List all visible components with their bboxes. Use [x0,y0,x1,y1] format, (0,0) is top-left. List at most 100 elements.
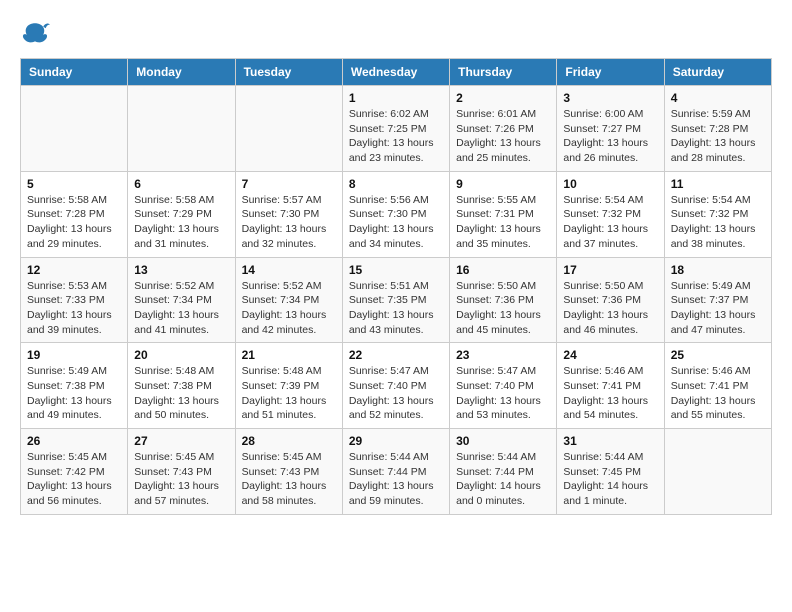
day-number: 31 [563,434,657,448]
day-number: 10 [563,177,657,191]
day-number: 3 [563,91,657,105]
day-info: Sunrise: 6:00 AMSunset: 7:27 PMDaylight:… [563,107,657,166]
calendar-cell: 4 Sunrise: 5:59 AMSunset: 7:28 PMDaylight… [664,86,771,172]
calendar-cell: 13Sunrise: 5:52 AMSunset: 7:34 PMDayligh… [128,257,235,343]
day-info: Sunrise: 6:01 AMSunset: 7:26 PMDaylight:… [456,107,550,166]
calendar-cell: 31 Sunrise: 5:44 AMSunset: 7:45 PMDayligh… [557,429,664,515]
day-info: Sunrise: 5:44 AMSunset: 7:44 PMDaylight:… [349,450,443,509]
day-info: Sunrise: 5:45 AMSunset: 7:43 PMDaylight:… [242,450,336,509]
calendar-cell: 7 Sunrise: 5:57 AMSunset: 7:30 PMDaylight… [235,171,342,257]
page-header [20,20,772,48]
calendar-week-row: 26 Sunrise: 5:45 AMSunset: 7:42 PMDayligh… [21,429,772,515]
day-info: Sunrise: 5:55 AMSunset: 7:31 PMDaylight:… [456,193,550,252]
calendar-cell [664,429,771,515]
calendar-cell: 28 Sunrise: 5:45 AMSunset: 7:43 PMDayligh… [235,429,342,515]
calendar-cell: 27 Sunrise: 5:45 AMSunset: 7:43 PMDayligh… [128,429,235,515]
calendar-cell: 23 Sunrise: 5:47 AMSunset: 7:40 PMDayligh… [450,343,557,429]
calendar-cell: 24 Sunrise: 5:46 AMSunset: 7:41 PMDayligh… [557,343,664,429]
day-number: 26 [27,434,121,448]
day-number: 1 [349,91,443,105]
day-number: 20 [134,348,228,362]
day-number: 5 [27,177,121,191]
calendar-cell [21,86,128,172]
calendar-cell: 12 Sunrise: 5:53 AMSunset: 7:33 PMDayligh… [21,257,128,343]
day-number: 27 [134,434,228,448]
weekday-header-tuesday: Tuesday [235,59,342,86]
day-number: 23 [456,348,550,362]
day-info: Sunrise: 5:48 AMSunset: 7:38 PMDaylight:… [134,364,228,423]
day-number: 25 [671,348,765,362]
day-number: 19 [27,348,121,362]
weekday-header-monday: Monday [128,59,235,86]
weekday-header-saturday: Saturday [664,59,771,86]
day-info: Sunrise: 5:52 AMSunset: 7:34 PMDaylight:… [242,279,336,338]
day-number: 15 [349,263,443,277]
day-number: 2 [456,91,550,105]
calendar-cell: 5 Sunrise: 5:58 AMSunset: 7:28 PMDaylight… [21,171,128,257]
calendar-cell: 14Sunrise: 5:52 AMSunset: 7:34 PMDayligh… [235,257,342,343]
calendar-header-row: SundayMondayTuesdayWednesdayThursdayFrid… [21,59,772,86]
calendar-cell: 8 Sunrise: 5:56 AMSunset: 7:30 PMDaylight… [342,171,449,257]
day-info: Sunrise: 5:44 AMSunset: 7:45 PMDaylight:… [563,450,657,509]
logo-icon [20,20,50,48]
day-number: 8 [349,177,443,191]
day-number: 4 [671,91,765,105]
calendar-cell: 11Sunrise: 5:54 AMSunset: 7:32 PMDayligh… [664,171,771,257]
day-info: Sunrise: 5:47 AMSunset: 7:40 PMDaylight:… [349,364,443,423]
calendar-cell: 3 Sunrise: 6:00 AMSunset: 7:27 PMDaylight… [557,86,664,172]
day-info: Sunrise: 6:02 AMSunset: 7:25 PMDaylight:… [349,107,443,166]
calendar-cell: 20 Sunrise: 5:48 AMSunset: 7:38 PMDayligh… [128,343,235,429]
day-info: Sunrise: 5:48 AMSunset: 7:39 PMDaylight:… [242,364,336,423]
weekday-header-wednesday: Wednesday [342,59,449,86]
day-number: 18 [671,263,765,277]
calendar-cell: 2 Sunrise: 6:01 AMSunset: 7:26 PMDaylight… [450,86,557,172]
day-info: Sunrise: 5:56 AMSunset: 7:30 PMDaylight:… [349,193,443,252]
calendar-week-row: 12 Sunrise: 5:53 AMSunset: 7:33 PMDayligh… [21,257,772,343]
day-info: Sunrise: 5:49 AMSunset: 7:38 PMDaylight:… [27,364,121,423]
day-number: 21 [242,348,336,362]
day-number: 17 [563,263,657,277]
day-info: Sunrise: 5:59 AMSunset: 7:28 PMDaylight:… [671,107,765,166]
weekday-header-friday: Friday [557,59,664,86]
day-number: 6 [134,177,228,191]
day-info: Sunrise: 5:51 AMSunset: 7:35 PMDaylight:… [349,279,443,338]
day-info: Sunrise: 5:46 AMSunset: 7:41 PMDaylight:… [671,364,765,423]
calendar-cell: 19 Sunrise: 5:49 AMSunset: 7:38 PMDayligh… [21,343,128,429]
logo [20,20,54,48]
calendar-cell: 15 Sunrise: 5:51 AMSunset: 7:35 PMDayligh… [342,257,449,343]
day-info: Sunrise: 5:53 AMSunset: 7:33 PMDaylight:… [27,279,121,338]
calendar-cell: 29Sunrise: 5:44 AMSunset: 7:44 PMDayligh… [342,429,449,515]
day-info: Sunrise: 5:58 AMSunset: 7:28 PMDaylight:… [27,193,121,252]
day-number: 12 [27,263,121,277]
day-info: Sunrise: 5:57 AMSunset: 7:30 PMDaylight:… [242,193,336,252]
day-number: 28 [242,434,336,448]
day-info: Sunrise: 5:46 AMSunset: 7:41 PMDaylight:… [563,364,657,423]
calendar-cell: 17 Sunrise: 5:50 AMSunset: 7:36 PMDayligh… [557,257,664,343]
day-number: 16 [456,263,550,277]
calendar-cell [235,86,342,172]
day-info: Sunrise: 5:45 AMSunset: 7:43 PMDaylight:… [134,450,228,509]
calendar-cell: 6Sunrise: 5:58 AMSunset: 7:29 PMDaylight… [128,171,235,257]
day-number: 24 [563,348,657,362]
calendar-cell: 21 Sunrise: 5:48 AMSunset: 7:39 PMDayligh… [235,343,342,429]
calendar-cell: 18Sunrise: 5:49 AMSunset: 7:37 PMDayligh… [664,257,771,343]
calendar-week-row: 19 Sunrise: 5:49 AMSunset: 7:38 PMDayligh… [21,343,772,429]
day-number: 11 [671,177,765,191]
day-info: Sunrise: 5:47 AMSunset: 7:40 PMDaylight:… [456,364,550,423]
calendar-week-row: 1 Sunrise: 6:02 AMSunset: 7:25 PMDaylight… [21,86,772,172]
day-info: Sunrise: 5:44 AMSunset: 7:44 PMDaylight:… [456,450,550,509]
calendar-cell: 10 Sunrise: 5:54 AMSunset: 7:32 PMDayligh… [557,171,664,257]
calendar-cell: 16 Sunrise: 5:50 AMSunset: 7:36 PMDayligh… [450,257,557,343]
day-info: Sunrise: 5:50 AMSunset: 7:36 PMDaylight:… [563,279,657,338]
calendar-cell [128,86,235,172]
calendar-week-row: 5 Sunrise: 5:58 AMSunset: 7:28 PMDaylight… [21,171,772,257]
weekday-header-sunday: Sunday [21,59,128,86]
day-number: 22 [349,348,443,362]
calendar-cell: 1 Sunrise: 6:02 AMSunset: 7:25 PMDaylight… [342,86,449,172]
day-number: 13 [134,263,228,277]
day-info: Sunrise: 5:50 AMSunset: 7:36 PMDaylight:… [456,279,550,338]
calendar-cell: 22 Sunrise: 5:47 AMSunset: 7:40 PMDayligh… [342,343,449,429]
day-info: Sunrise: 5:54 AMSunset: 7:32 PMDaylight:… [563,193,657,252]
day-number: 7 [242,177,336,191]
day-info: Sunrise: 5:45 AMSunset: 7:42 PMDaylight:… [27,450,121,509]
